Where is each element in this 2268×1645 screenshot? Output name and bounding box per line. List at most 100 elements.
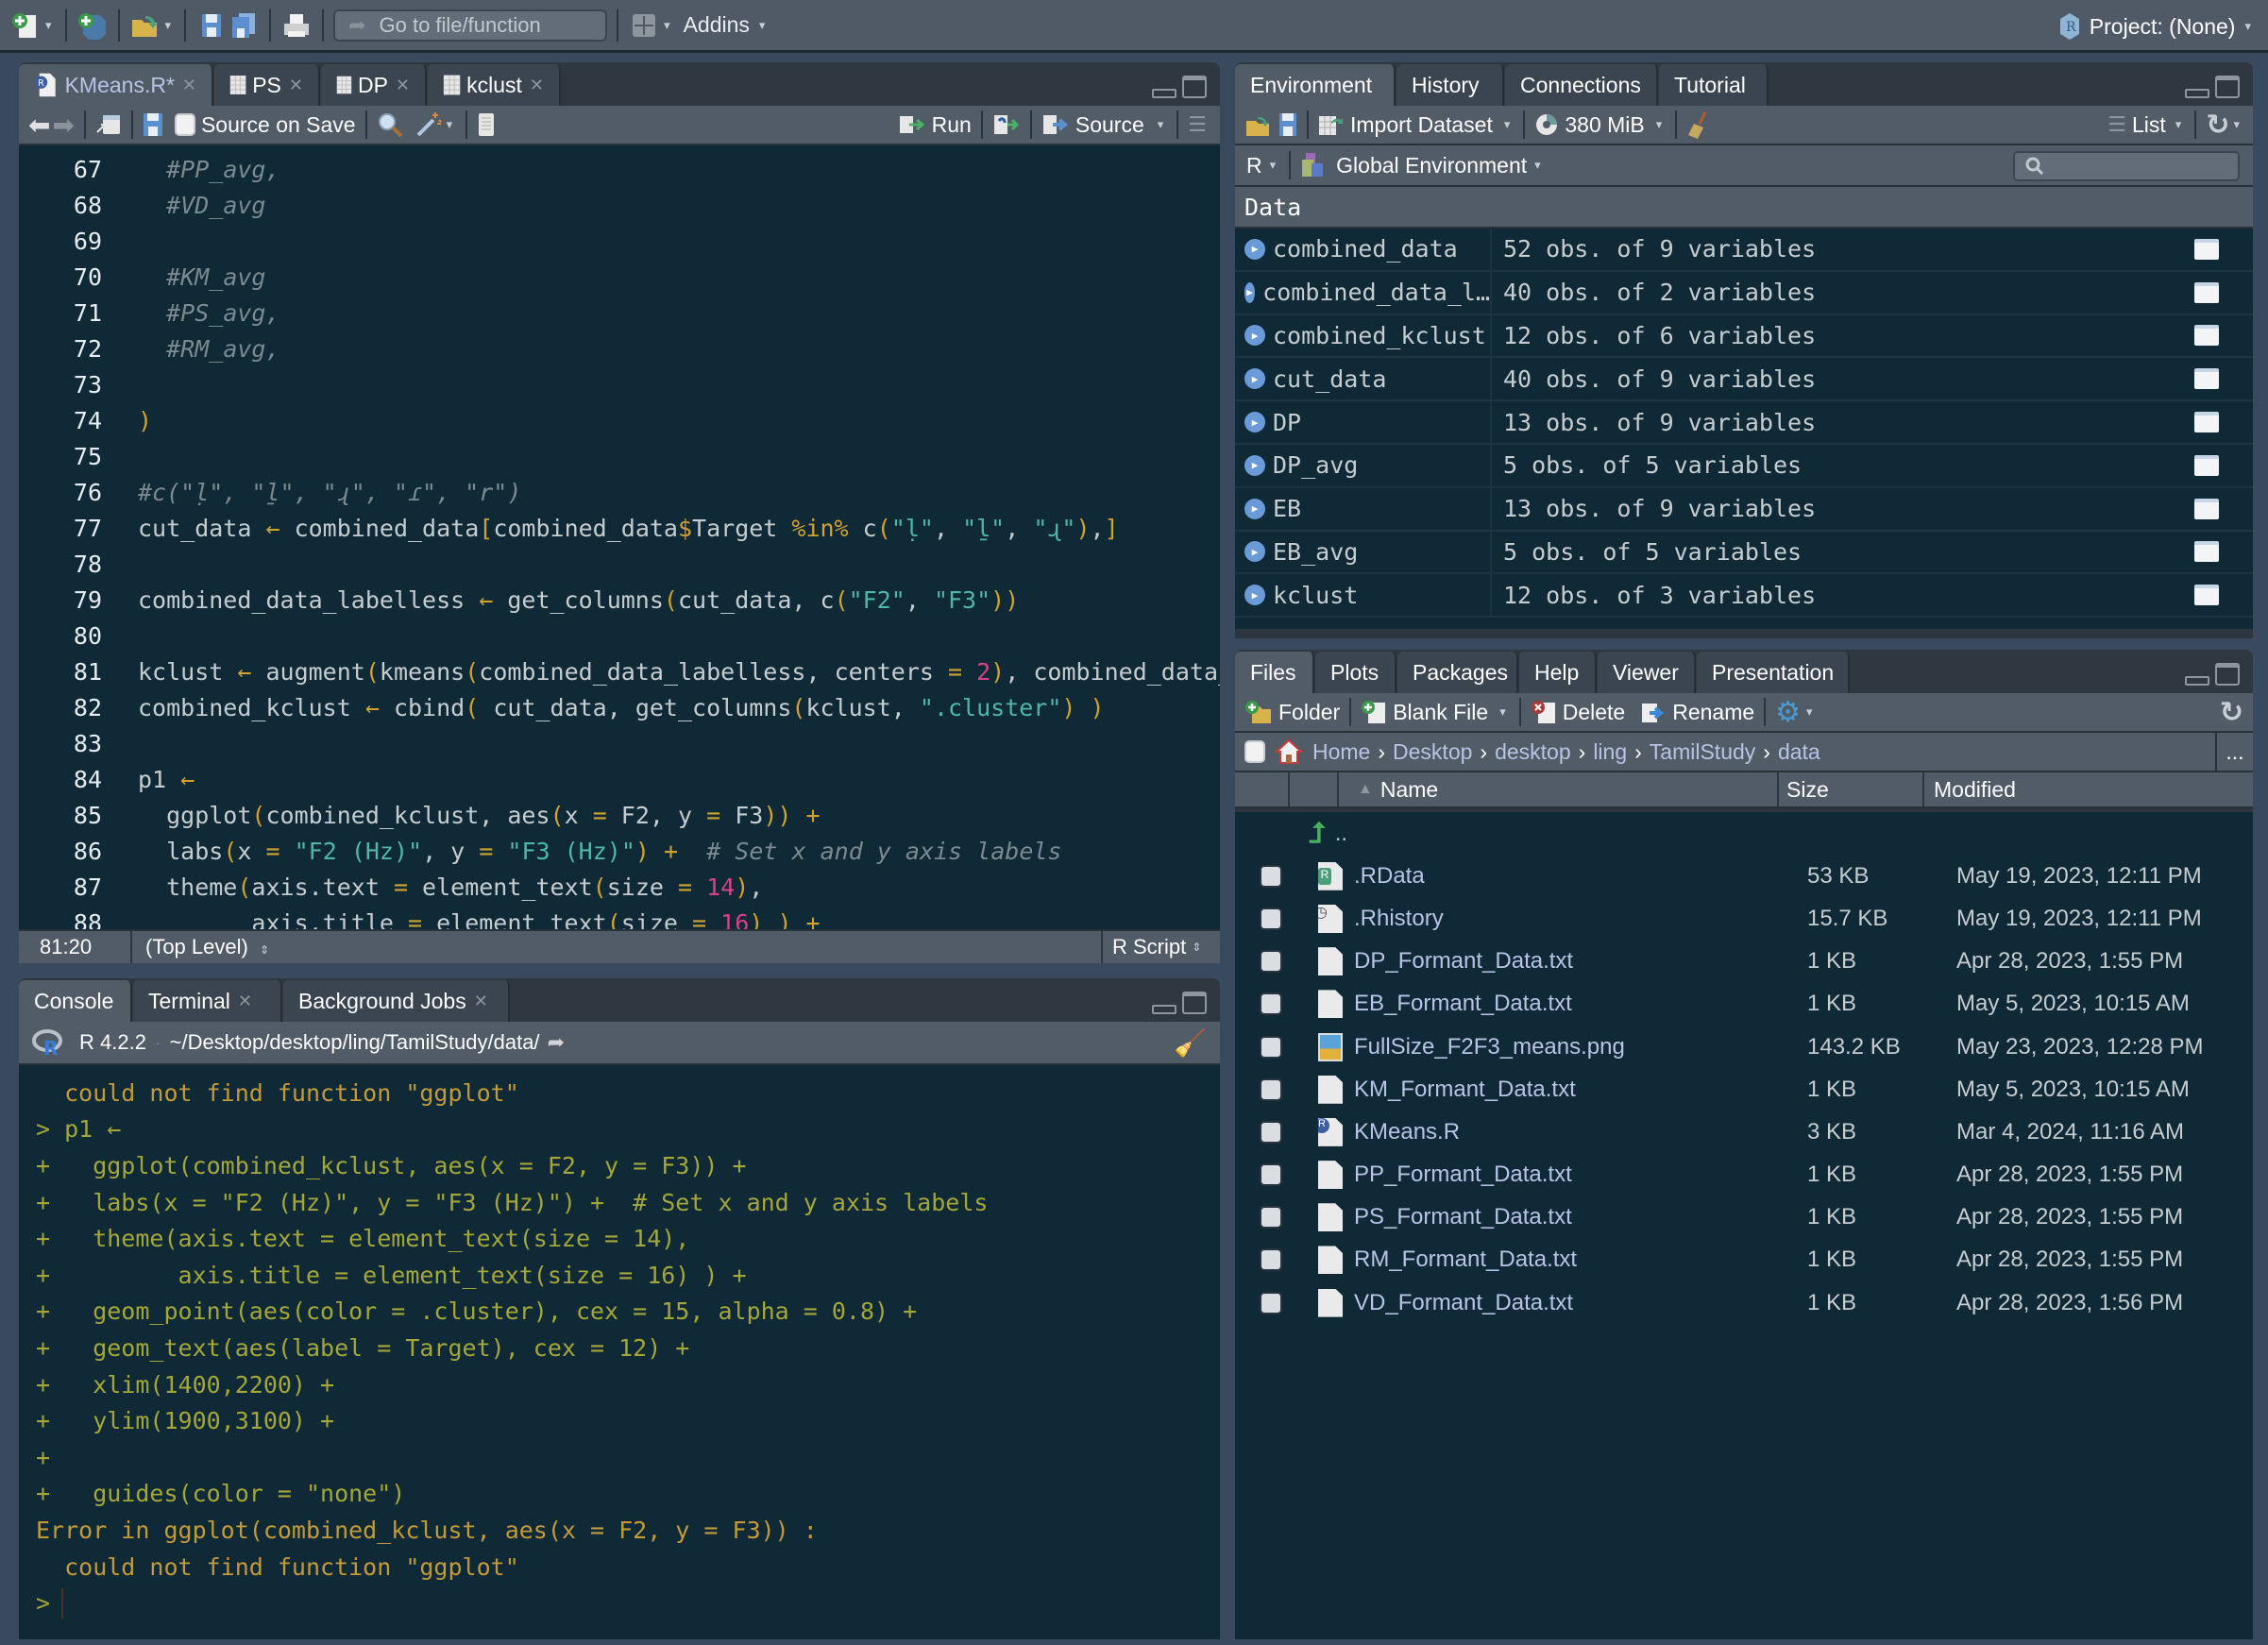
code-line[interactable]: 76 #c("ḷ", "ḻ", "ɻ", "ɾ", "r") [19,474,522,510]
print-icon[interactable] [280,9,313,42]
tab-ps[interactable]: PS ✕ [214,64,320,106]
show-in-window-icon[interactable] [95,113,122,136]
scope-selector[interactable]: (Top Level) ⇕ [132,935,1101,959]
file-checkbox[interactable] [1260,907,1282,930]
tab-dp[interactable]: DP ✕ [321,64,427,106]
save-file-icon[interactable] [143,112,163,137]
source-caret-icon[interactable]: ▾ [1158,117,1164,132]
expand-object-icon[interactable]: ▶ [1244,325,1265,347]
tab-environment[interactable]: Environment [1235,64,1396,106]
close-tab-icon[interactable]: ✕ [182,76,196,95]
tab-tutorial[interactable]: Tutorial [1659,64,1769,106]
file-row[interactable]: FullSize_F2F3_means.png 143.2 KB May 23, 2… [1235,1026,2253,1068]
save-icon[interactable] [195,9,228,42]
tab-history[interactable]: History [1396,64,1504,106]
file-checkbox[interactable] [1260,992,1282,1016]
file-checkbox[interactable] [1260,1206,1282,1230]
environment-row[interactable]: ▶ EB_avg 5 obs. of 5 variables [1235,531,2253,575]
file-row[interactable]: PS_Formant_Data.txt 1 KB Apr 28, 2023, 1:5… [1235,1196,2253,1239]
environment-row[interactable]: ▶ combined_kclust 12 obs. of 6 variables [1235,314,2253,359]
environment-row[interactable]: ▶ combined_data 52 obs. of 9 variables [1235,229,2253,272]
view-data-icon[interactable] [2194,368,2219,390]
outline-icon[interactable]: ☰ [1188,112,1207,137]
expand-object-icon[interactable]: ▶ [1244,238,1265,260]
code-tools-wand-icon[interactable] [415,110,443,139]
view-data-icon[interactable] [2194,281,2219,303]
expand-object-icon[interactable]: ▶ [1244,412,1265,433]
environment-row[interactable]: ▶ EB 13 obs. of 9 variables [1235,487,2253,532]
file-row[interactable]: DP_Formant_Data.txt 1 KB Apr 28, 2023, 1:5… [1235,941,2253,983]
environment-caret-icon[interactable]: ▾ [1534,158,1541,173]
parent-directory-row[interactable]: ⮥ .. [1235,812,2253,855]
view-mode-button[interactable]: ☰ List ▾ [2107,112,2185,138]
code-line[interactable]: 85 ggplot(combined_kclust, aes(x = F2, y… [19,797,821,833]
new-project-icon[interactable] [76,9,109,42]
save-workspace-icon[interactable] [1278,112,1297,137]
environment-row[interactable]: ▶ DP_avg 5 obs. of 5 variables [1235,444,2253,488]
code-line[interactable]: 74) [19,402,152,438]
file-name-link[interactable]: VD_Formant_Data.txt [1343,1290,1807,1316]
code-line[interactable]: 84 p1 ← [19,761,195,797]
code-line[interactable]: 78 [19,546,138,582]
file-name-link[interactable]: DP_Formant_Data.txt [1343,948,1807,975]
close-tab-icon[interactable]: ✕ [289,76,303,95]
breadcrumb-segment[interactable]: desktop [1495,739,1571,765]
tab-terminal[interactable]: Terminal ✕ [133,980,282,1022]
close-tab-icon[interactable]: ✕ [238,992,252,1011]
code-line[interactable]: 67 #PP_avg, [19,151,280,187]
import-dataset-button[interactable]: Import Dataset ▾ [1318,112,1514,138]
file-name-link[interactable]: PS_Formant_Data.txt [1343,1204,1807,1230]
refresh-caret-icon[interactable]: ▾ [2233,117,2240,132]
blank-file-button[interactable]: Blank File ▾ [1361,699,1510,725]
go-to-directory-icon[interactable]: ➦ [548,1030,565,1055]
search-icon[interactable] [377,111,403,138]
code-line[interactable]: 80 [19,618,138,653]
minimize-pane-icon[interactable] [2185,89,2209,98]
addins-caret-icon[interactable]: ▾ [759,18,766,33]
breadcrumb-segment[interactable]: TamilStudy [1650,739,1755,765]
environment-selector[interactable]: Global Environment [1336,153,1527,178]
file-name-link[interactable]: RM_Formant_Data.txt [1343,1246,1807,1273]
save-all-icon[interactable] [228,9,260,42]
minimize-pane-icon[interactable] [2185,676,2209,686]
tab-viewer[interactable]: Viewer [1598,652,1696,693]
minimize-pane-icon[interactable] [1152,89,1176,98]
clear-workspace-broom-icon[interactable] [1686,110,1711,139]
new-file-icon[interactable] [9,9,42,42]
maximize-pane-icon[interactable] [2215,76,2240,98]
project-menu[interactable]: R Project: (None) ▾ [2059,0,2255,53]
code-line[interactable]: 81 kclust ← augment(kmeans(combined_data_… [19,653,1220,689]
code-line[interactable]: 82 combined_kclust ← cbind( cut_data, get… [19,689,1105,725]
code-line[interactable]: 71 #PS_avg, [19,295,280,331]
rerun-icon[interactable] [992,113,1021,136]
expand-object-icon[interactable]: ▶ [1244,498,1265,519]
run-button[interactable]: Run [898,112,972,138]
forward-arrow-icon[interactable]: ➡ [52,110,74,141]
tab-kmeans-r[interactable]: R KMeans.R* ✕ [19,64,213,106]
code-line[interactable]: 72 #RM_avg, [19,331,280,366]
gear-caret-icon[interactable]: ▾ [1806,704,1813,720]
view-data-icon[interactable] [2194,325,2219,347]
code-line[interactable]: 83 [19,725,138,761]
view-data-icon[interactable] [2194,498,2219,519]
file-row[interactable]: PP_Formant_Data.txt 1 KB Apr 28, 2023, 1:5… [1235,1154,2253,1196]
view-data-icon[interactable] [2194,412,2219,433]
code-line[interactable]: 75 [19,438,138,474]
refresh-icon[interactable]: ↻ [2206,109,2229,142]
code-line[interactable]: 77 cut_data ← combined_data[combined_data… [19,510,1119,546]
column-header-modified[interactable]: Modified [1924,777,2253,803]
checkbox[interactable] [174,113,195,136]
console-prompt-line[interactable]: > [36,1585,1220,1621]
maximize-pane-icon[interactable] [1182,76,1207,98]
console-output[interactable]: could not find function "ggplot" > p1 ← + … [19,1065,1220,1639]
maximize-pane-icon[interactable] [1182,992,1207,1014]
view-data-icon[interactable] [2194,454,2219,476]
file-checkbox[interactable] [1260,1120,1282,1144]
code-line[interactable]: 69 [19,223,138,259]
expand-object-icon[interactable]: ▶ [1244,541,1265,563]
file-row[interactable]: EB_Formant_Data.txt 1 KB May 5, 2023, 10:1… [1235,983,2253,1026]
file-checkbox[interactable] [1260,950,1282,974]
environment-row[interactable]: ▶ cut_data 40 obs. of 9 variables [1235,358,2253,402]
file-row[interactable]: .RData53 KB May 19, 2023, 12:11 PM [1235,855,2253,897]
code-line[interactable]: 70 #KM_avg [19,259,266,295]
